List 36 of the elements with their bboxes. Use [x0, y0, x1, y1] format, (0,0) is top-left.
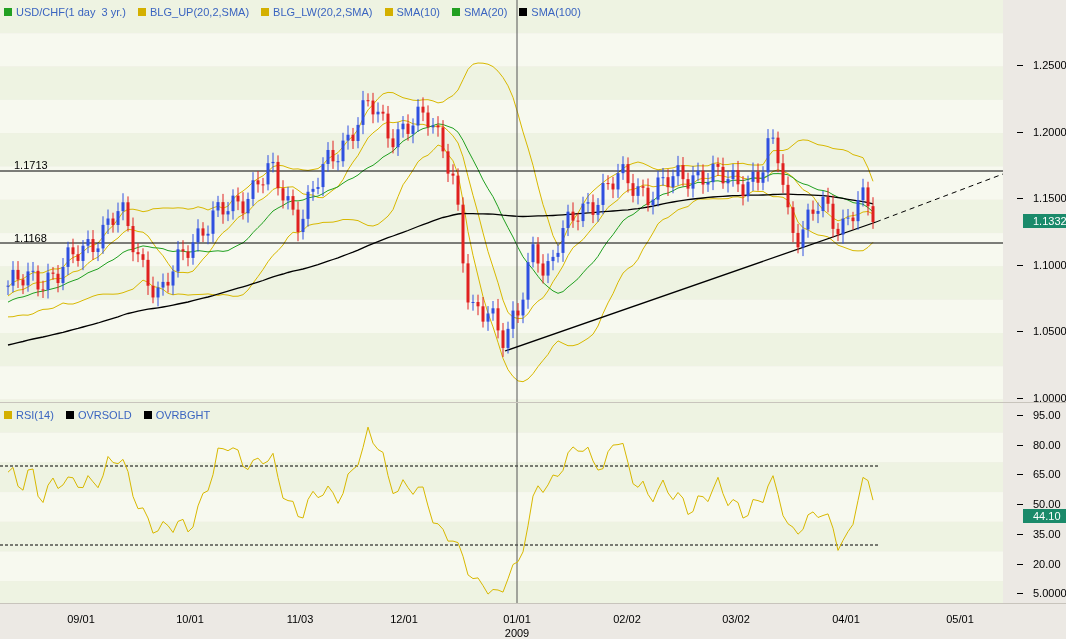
legend-label: BLG_LW(20,2,SMA): [273, 5, 373, 20]
price-tick-label: 1.2500: [1033, 60, 1066, 71]
legend-label: RSI(14): [16, 408, 54, 423]
legend-label: OVRBGHT: [155, 408, 211, 423]
current-rsi-badge: 44.10: [1023, 509, 1066, 523]
price-level-label: 1.1168: [14, 233, 47, 244]
rsi-tick-label: 50.00: [1033, 499, 1061, 511]
rsi-tick-label: 20.00: [1033, 558, 1061, 570]
date-tick-label: 12/01: [390, 614, 418, 625]
date-tick-label: 05/01: [946, 614, 974, 625]
price-level-label: 1.1713: [14, 160, 48, 171]
date-tick-label: 10/01: [176, 614, 204, 625]
date-tick-label: 11/03: [286, 614, 314, 625]
legend-label: SMA(100): [531, 5, 581, 20]
price-tick-label: 1.1000: [1033, 259, 1066, 271]
legend-label: OVRSOLD: [77, 408, 132, 423]
date-tick-label: 01/01: [503, 614, 531, 625]
price-tick-label: 1.2000: [1033, 126, 1066, 138]
legend-label: USD/CHF(1 day 3 yr.): [16, 5, 127, 20]
date-tick-label: 02/02: [613, 614, 641, 625]
price-tick-label: 1.1500: [1033, 193, 1066, 205]
rsi-tick-label: 95.00: [1033, 410, 1061, 421]
year-label: 2009: [504, 628, 530, 639]
price-tick-label: 1.0000: [1033, 393, 1066, 404]
price-tick-label: 1.0500: [1033, 326, 1066, 338]
rsi-tick-label: 65.00: [1033, 469, 1061, 481]
date-tick-label: 09/01: [67, 614, 95, 625]
legend-label: SMA(20): [463, 5, 508, 20]
current-price-badge: 1.1332: [1023, 214, 1066, 228]
rsi-tick-label: 5.0000: [1033, 588, 1066, 600]
legend-label: BLG_UP(20,2,SMA): [150, 5, 250, 20]
date-tick-label: 04/01: [832, 614, 860, 625]
rsi-tick-label: 80.00: [1033, 439, 1061, 451]
legend-label: SMA(10): [396, 5, 440, 20]
date-tick-label: 03/02: [722, 614, 750, 625]
rsi-tick-label: 35.00: [1033, 528, 1061, 540]
